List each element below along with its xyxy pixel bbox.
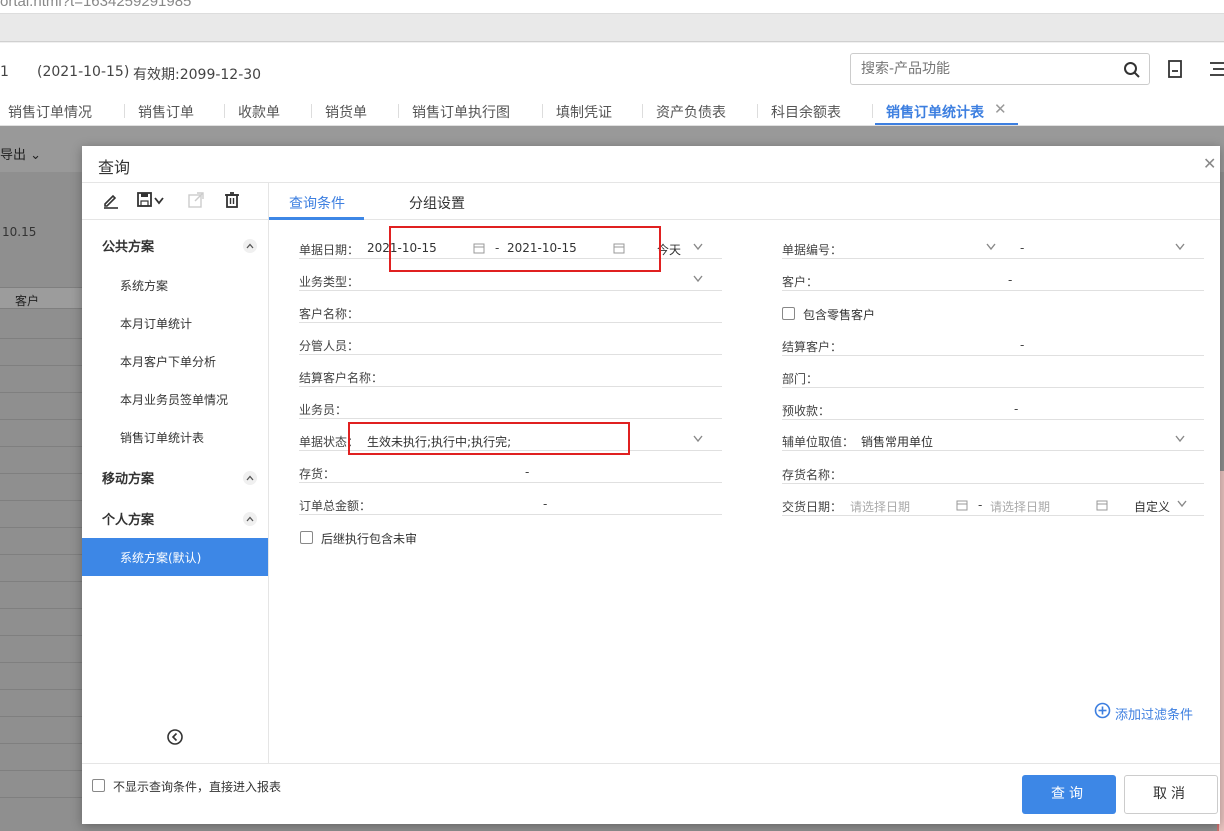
tab-balance-sheet[interactable]: 资产负债表 [656,102,726,122]
delete-icon[interactable] [223,191,241,209]
chevron-down-icon[interactable] [693,435,703,443]
customer-field[interactable]: 客户： - [782,271,1204,291]
calendar-icon[interactable] [1096,499,1108,511]
background-date: 10.15 [2,225,37,239]
active-tab-indicator [875,123,1018,125]
tab-delivery[interactable]: 销货单 [325,102,367,122]
query-tabs: 查询条件 分组设置 [269,183,1220,220]
collapse-personal-icon[interactable] [243,512,257,526]
query-button[interactable]: 查询 [1022,775,1116,814]
collapse-mobile-icon[interactable] [243,471,257,485]
scheme-item-system[interactable]: 系统方案 [120,277,168,294]
highlight-doc-status [348,422,630,455]
calendar-icon[interactable] [956,499,968,511]
save-document-icon[interactable] [1167,60,1183,78]
browser-toolbar [0,14,1224,42]
export-button: 导出 ⌄ [0,148,42,163]
add-circle-icon [1094,702,1111,719]
chevron-down-icon[interactable] [1175,243,1185,251]
include-retail-checkbox[interactable] [782,307,795,320]
delivery-date-to[interactable]: 请选择日期 [990,498,1050,515]
group-mobile-schemes[interactable]: 移动方案 [102,468,154,487]
query-dialog: 查询 ✕ 公共方案 系统方案 本月订单统计 本月客户下单分析 本月业务员签单情况… [82,146,1220,824]
tab-sales-order-stats[interactable]: 销售订单统计表 [886,102,984,122]
scheme-item-monthly-customer[interactable]: 本月客户下单分析 [120,353,216,370]
skip-conditions-checkbox[interactable] [92,779,105,792]
salesperson-field[interactable]: 业务员： [299,399,722,419]
scheme-item-monthly-salesperson[interactable]: 本月业务员签单情况 [120,391,228,408]
prepaid-field[interactable]: 预收款： - [782,400,1204,420]
dialog-footer: 不显示查询条件，直接进入报表 查询 取消 [82,763,1220,824]
chevron-down-icon[interactable] [693,243,703,251]
scheme-item-order-stats[interactable]: 销售订单统计表 [120,429,204,446]
login-date: (2021-10-15) [37,64,130,80]
close-dialog-icon[interactable]: ✕ [1203,154,1216,173]
doc-number-field[interactable]: 单据编号： - [782,239,1204,259]
delivery-date-preset[interactable]: 自定义 [1134,498,1170,515]
group-personal-schemes[interactable]: 个人方案 [102,509,154,528]
group-public-schemes[interactable]: 公共方案 [102,236,154,255]
manager-field[interactable]: 分管人员： [299,335,722,355]
url-text: ortal.html?t=1634259291985 [0,0,192,10]
app-header: 1 (2021-10-15) 有效期:2099-12-30 [0,43,1224,95]
list-icon[interactable] [1208,60,1224,78]
save-icon[interactable] [136,191,154,209]
tab-sales-order[interactable]: 销售订单 [138,102,194,122]
subsequent-checkbox[interactable] [300,531,313,544]
cancel-button[interactable]: 取消 [1124,775,1218,814]
aux-unit-value: 销售常用单位 [861,435,934,449]
tab-order-execution-chart[interactable]: 销售订单执行图 [412,102,510,122]
chevron-down-icon[interactable] [693,275,703,283]
settle-customer-name-field[interactable]: 结算客户名称： [299,367,722,387]
highlight-date-range [389,226,661,272]
tab-bar: 销售订单情况 销售订单 收款单 销货单 销售订单执行图 填制凭证 资产负债表 科… [0,95,1224,126]
url-bar[interactable]: ortal.html?t=1634259291985 [0,0,1224,14]
scheme-panel: 公共方案 系统方案 本月订单统计 本月客户下单分析 本月业务员签单情况 销售订单… [82,183,269,763]
settle-customer-field[interactable]: 结算客户： - [782,336,1204,356]
chevron-down-icon[interactable] [1175,435,1185,443]
valid-until: 有效期:2099-12-30 [133,67,262,83]
export-icon [188,192,204,208]
order-total-field[interactable]: 订单总金额： - [299,495,722,515]
tab-sales-order-status[interactable]: 销售订单情况 [8,102,92,122]
search-icon[interactable] [1123,61,1141,79]
scheme-toolbar [82,183,269,220]
department-field[interactable]: 部门： [782,368,1204,388]
account-number: 1 [0,64,9,80]
dialog-titlebar [82,146,1220,183]
chevron-down-icon[interactable] [986,243,996,251]
scheme-item-monthly-orders[interactable]: 本月订单统计 [120,315,192,332]
customer-name-field[interactable]: 客户名称： [299,303,722,323]
tab-group-settings[interactable]: 分组设置 [409,193,465,213]
delivery-date-field[interactable]: 交货日期： 请选择日期 - 请选择日期 自定义 [782,496,1204,516]
collapse-public-icon[interactable] [243,239,257,253]
aux-unit-field[interactable]: 辅单位取值： 销售常用单位 [782,431,1204,451]
collapse-panel-icon[interactable] [166,728,184,746]
active-query-tab-indicator [269,217,364,220]
chevron-down-icon[interactable] [154,197,164,205]
tab-account-balance[interactable]: 科目余额表 [771,102,841,122]
background-column-header: 客户 [0,287,82,309]
dialog-title: 查询 [98,158,131,177]
tab-voucher[interactable]: 填制凭证 [556,102,612,122]
delivery-date-from[interactable]: 请选择日期 [850,498,910,515]
edit-icon[interactable] [102,191,120,209]
biz-type-field[interactable]: 业务类型： [299,271,722,291]
inventory-field[interactable]: 存货： - [299,463,722,483]
inventory-name-field[interactable]: 存货名称： [782,464,1204,484]
search-input[interactable] [851,54,1111,84]
tab-receipt[interactable]: 收款单 [238,102,280,122]
scheme-item-system-default[interactable]: 系统方案(默认) [82,538,268,576]
search-box[interactable] [850,53,1150,85]
chevron-down-icon[interactable] [1177,500,1187,508]
close-tab-icon[interactable]: ✕ [994,100,1007,118]
tab-query-conditions[interactable]: 查询条件 [289,193,345,213]
